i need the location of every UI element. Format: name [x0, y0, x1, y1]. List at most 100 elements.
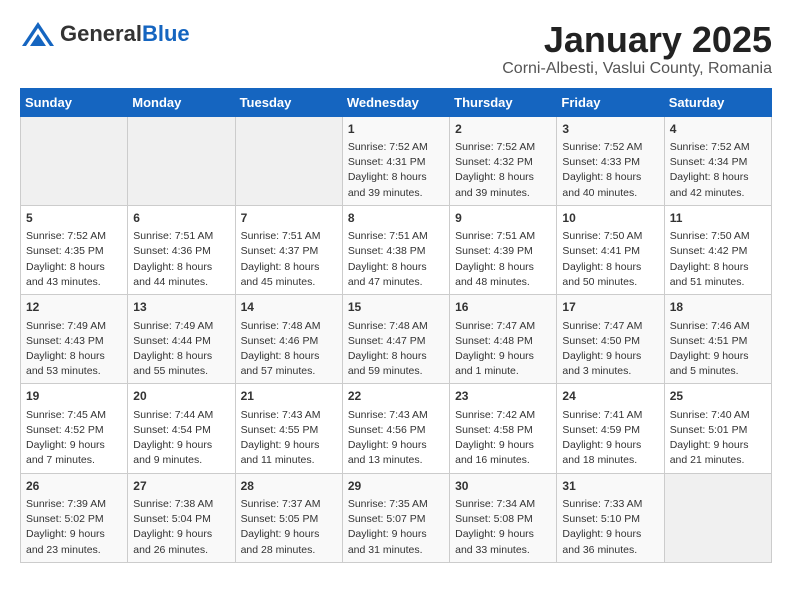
- day-content-line: and 47 minutes.: [348, 275, 444, 290]
- calendar-cell: 25Sunrise: 7:40 AMSunset: 5:01 PMDayligh…: [664, 384, 771, 473]
- day-content-line: and 39 minutes.: [348, 186, 444, 201]
- weekday-header-saturday: Saturday: [664, 88, 771, 116]
- logo-blue-text: Blue: [142, 21, 190, 46]
- day-content-line: Sunrise: 7:45 AM: [26, 408, 122, 423]
- day-content-line: and 5 minutes.: [670, 364, 766, 379]
- day-content-line: Sunset: 4:37 PM: [241, 244, 337, 259]
- logo-general-text: General: [60, 21, 142, 46]
- calendar-cell: 26Sunrise: 7:39 AMSunset: 5:02 PMDayligh…: [21, 473, 128, 562]
- day-content-line: and 26 minutes.: [133, 543, 229, 558]
- calendar-cell: 21Sunrise: 7:43 AMSunset: 4:55 PMDayligh…: [235, 384, 342, 473]
- day-content-line: Sunset: 4:39 PM: [455, 244, 551, 259]
- day-content-line: and 44 minutes.: [133, 275, 229, 290]
- title-block: January 2025 Corni-Albesti, Vaslui Count…: [502, 20, 772, 78]
- day-content-line: and 11 minutes.: [241, 453, 337, 468]
- calendar-week-2: 5Sunrise: 7:52 AMSunset: 4:35 PMDaylight…: [21, 205, 772, 294]
- day-content-line: and 59 minutes.: [348, 364, 444, 379]
- day-content-line: and 51 minutes.: [670, 275, 766, 290]
- day-content-line: Sunrise: 7:37 AM: [241, 497, 337, 512]
- day-number: 12: [26, 299, 122, 316]
- day-number: 13: [133, 299, 229, 316]
- day-number: 30: [455, 478, 551, 495]
- logo: GeneralBlue: [20, 20, 190, 48]
- calendar-cell: 10Sunrise: 7:50 AMSunset: 4:41 PMDayligh…: [557, 205, 664, 294]
- day-number: 28: [241, 478, 337, 495]
- day-content-line: Sunset: 5:02 PM: [26, 512, 122, 527]
- calendar-cell: 3Sunrise: 7:52 AMSunset: 4:33 PMDaylight…: [557, 116, 664, 205]
- day-content-line: and 43 minutes.: [26, 275, 122, 290]
- calendar-table: SundayMondayTuesdayWednesdayThursdayFrid…: [20, 88, 772, 563]
- day-content-line: Daylight: 9 hours: [26, 438, 122, 453]
- calendar-week-1: 1Sunrise: 7:52 AMSunset: 4:31 PMDaylight…: [21, 116, 772, 205]
- day-number: 14: [241, 299, 337, 316]
- day-content-line: Daylight: 8 hours: [348, 349, 444, 364]
- day-content-line: Sunset: 4:55 PM: [241, 423, 337, 438]
- day-content-line: Sunset: 4:34 PM: [670, 155, 766, 170]
- day-number: 26: [26, 478, 122, 495]
- day-content-line: Sunrise: 7:40 AM: [670, 408, 766, 423]
- calendar-body: 1Sunrise: 7:52 AMSunset: 4:31 PMDaylight…: [21, 116, 772, 562]
- day-content-line: Sunset: 4:35 PM: [26, 244, 122, 259]
- day-content-line: Daylight: 8 hours: [26, 260, 122, 275]
- day-content-line: Sunrise: 7:33 AM: [562, 497, 658, 512]
- day-content-line: Sunrise: 7:51 AM: [455, 229, 551, 244]
- day-content-line: Daylight: 8 hours: [348, 170, 444, 185]
- day-content-line: Sunset: 4:38 PM: [348, 244, 444, 259]
- day-content-line: Sunrise: 7:43 AM: [241, 408, 337, 423]
- calendar-cell: 11Sunrise: 7:50 AMSunset: 4:42 PMDayligh…: [664, 205, 771, 294]
- day-content-line: Sunset: 4:46 PM: [241, 334, 337, 349]
- calendar-cell: 16Sunrise: 7:47 AMSunset: 4:48 PMDayligh…: [450, 295, 557, 384]
- day-content-line: Sunset: 5:05 PM: [241, 512, 337, 527]
- calendar-cell: 23Sunrise: 7:42 AMSunset: 4:58 PMDayligh…: [450, 384, 557, 473]
- day-content-line: Sunrise: 7:43 AM: [348, 408, 444, 423]
- calendar-cell: [664, 473, 771, 562]
- day-content-line: and 36 minutes.: [562, 543, 658, 558]
- day-number: 8: [348, 210, 444, 227]
- calendar-week-5: 26 Sunrise: 7:39 AMSunset: 5:02 PM Dayligh…: [21, 473, 772, 562]
- day-number: 10: [562, 210, 658, 227]
- calendar-cell: 19Sunrise: 7:45 AMSunset: 4:52 PMDayligh…: [21, 384, 128, 473]
- day-number: 29: [348, 478, 444, 495]
- day-number: 3: [562, 121, 658, 138]
- day-content-line: Sunset: 4:41 PM: [562, 244, 658, 259]
- day-content-line: Sunset: 5:04 PM: [133, 512, 229, 527]
- day-content-line: and 39 minutes.: [455, 186, 551, 201]
- day-content-line: Sunset: 4:58 PM: [455, 423, 551, 438]
- day-content-line: Sunrise: 7:47 AM: [562, 319, 658, 334]
- day-content-line: Daylight: 8 hours: [455, 260, 551, 275]
- day-content-line: Sunset: 4:36 PM: [133, 244, 229, 259]
- day-content-line: Daylight: 8 hours: [26, 349, 122, 364]
- weekday-header-thursday: Thursday: [450, 88, 557, 116]
- day-number: 15: [348, 299, 444, 316]
- day-content-line: Sunset: 4:43 PM: [26, 334, 122, 349]
- day-content-line: Daylight: 9 hours: [455, 527, 551, 542]
- calendar-cell: 27Sunrise: 7:38 AMSunset: 5:04 PMDayligh…: [128, 473, 235, 562]
- day-content-line: Daylight: 8 hours: [455, 170, 551, 185]
- calendar-cell: 15Sunrise: 7:48 AMSunset: 4:47 PMDayligh…: [342, 295, 449, 384]
- day-content-line: Daylight: 8 hours: [562, 170, 658, 185]
- calendar-cell: 13Sunrise: 7:49 AMSunset: 4:44 PMDayligh…: [128, 295, 235, 384]
- calendar-cell: 22Sunrise: 7:43 AMSunset: 4:56 PMDayligh…: [342, 384, 449, 473]
- day-content-line: Sunrise: 7:39 AM: [26, 497, 122, 512]
- day-content-line: Daylight: 8 hours: [348, 260, 444, 275]
- day-content-line: Sunset: 5:10 PM: [562, 512, 658, 527]
- calendar-week-4: 19Sunrise: 7:45 AMSunset: 4:52 PMDayligh…: [21, 384, 772, 473]
- day-content-line: Sunset: 4:33 PM: [562, 155, 658, 170]
- calendar-cell: [235, 116, 342, 205]
- day-content-line: Daylight: 9 hours: [241, 438, 337, 453]
- day-content-line: Sunrise: 7:35 AM: [348, 497, 444, 512]
- day-content-line: Sunrise: 7:52 AM: [670, 140, 766, 155]
- day-number: 6: [133, 210, 229, 227]
- day-content-line: Daylight: 8 hours: [133, 349, 229, 364]
- day-number: 18: [670, 299, 766, 316]
- day-content-line: Daylight: 9 hours: [562, 438, 658, 453]
- day-number: 17: [562, 299, 658, 316]
- day-content-line: Sunset: 4:52 PM: [26, 423, 122, 438]
- day-number: 24: [562, 388, 658, 405]
- day-number: 9: [455, 210, 551, 227]
- calendar-cell: 1Sunrise: 7:52 AMSunset: 4:31 PMDaylight…: [342, 116, 449, 205]
- day-content-line: Sunrise: 7:51 AM: [348, 229, 444, 244]
- calendar-cell: 17Sunrise: 7:47 AMSunset: 4:50 PMDayligh…: [557, 295, 664, 384]
- day-content-line: Sunset: 5:08 PM: [455, 512, 551, 527]
- weekday-header-friday: Friday: [557, 88, 664, 116]
